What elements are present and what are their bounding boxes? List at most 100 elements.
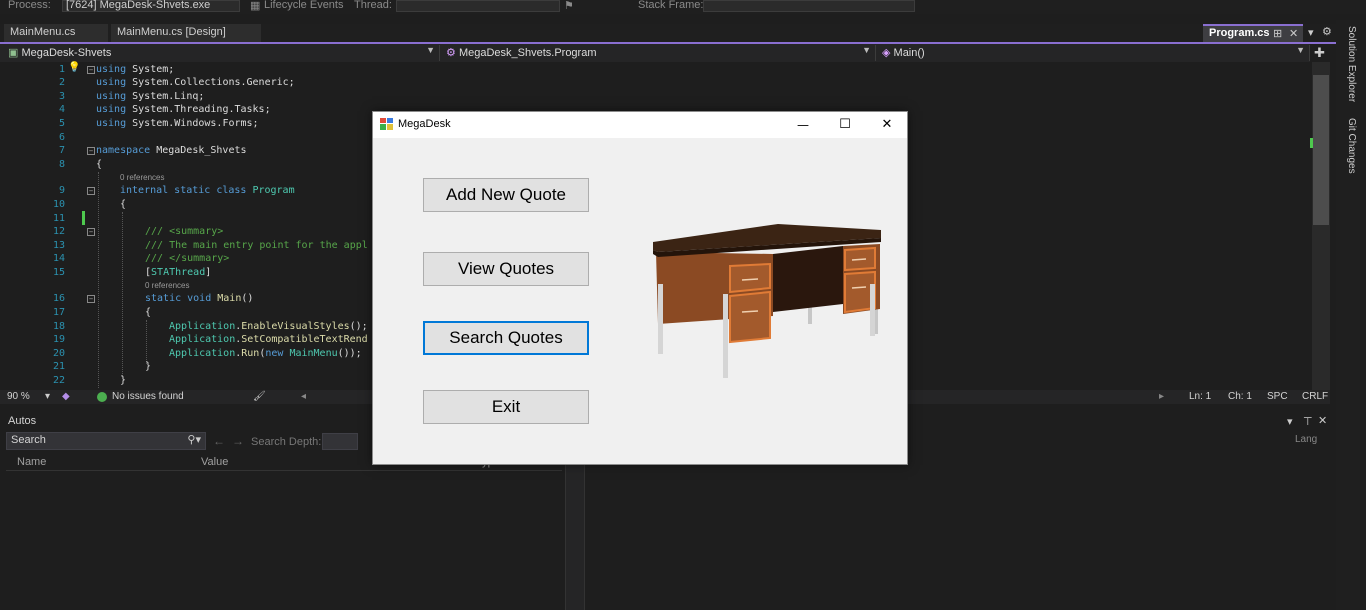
line-number: 10 bbox=[52, 199, 65, 210]
line-number: 9 bbox=[58, 185, 65, 196]
line-ending-indicator[interactable]: CRLF bbox=[1302, 391, 1328, 402]
exit-button[interactable]: Exit bbox=[423, 390, 589, 424]
minimize-icon[interactable]: — bbox=[783, 112, 823, 138]
codelens-references[interactable]: 0 references bbox=[145, 281, 189, 290]
debug-toolbar: Process: [7624] MegaDesk-Shvets.exe ▦ Li… bbox=[0, 0, 1366, 14]
tab-mainmenu-cs[interactable]: MainMenu.cs bbox=[4, 24, 108, 42]
settings-gear-icon[interactable]: ⚙ bbox=[1322, 25, 1332, 38]
brush-icon[interactable]: 🖌 bbox=[253, 391, 266, 402]
view-quotes-button[interactable]: View Quotes bbox=[423, 252, 589, 286]
code-line-15: [STAThread] bbox=[145, 267, 212, 278]
project-dropdown[interactable]: ▣ MegaDesk-Shvets ▼ bbox=[4, 45, 440, 61]
code-line-16: static void Main() bbox=[145, 293, 254, 304]
line-number: 1 bbox=[58, 64, 65, 75]
code-line-3: using System.Linq; bbox=[96, 91, 205, 102]
lightbulb-icon[interactable]: 💡 bbox=[68, 62, 80, 73]
search-icon[interactable]: ⚲▾ bbox=[187, 433, 201, 446]
line-number: 3 bbox=[58, 91, 65, 102]
process-dropdown[interactable]: [7624] MegaDesk-Shvets.exe bbox=[62, 0, 240, 12]
fold-toggle-icon[interactable]: − bbox=[87, 187, 95, 195]
type-dropdown-value: MegaDesk_Shvets.Program bbox=[458, 47, 597, 59]
line-number: 4 bbox=[58, 104, 65, 115]
code-line-1: using System; bbox=[96, 64, 175, 75]
tab-mainmenu-design[interactable]: MainMenu.cs [Design] bbox=[111, 24, 261, 42]
tab-overflow-icon[interactable]: ▾ bbox=[1308, 26, 1314, 39]
line-number: 5 bbox=[58, 118, 65, 129]
thread-label: Thread: bbox=[354, 0, 392, 11]
maximize-icon[interactable]: ☐ bbox=[825, 112, 865, 138]
document-tabs: MainMenu.cs MainMenu.cs [Design] Program… bbox=[0, 24, 1336, 42]
line-number: 13 bbox=[52, 240, 65, 251]
member-dropdown-value: Main() bbox=[893, 47, 925, 59]
code-line-22: } bbox=[120, 375, 127, 386]
tab-program-cs[interactable]: Program.cs ⊞ ✕ bbox=[1203, 24, 1303, 42]
code-line-17: { bbox=[145, 307, 152, 318]
fold-toggle-icon[interactable]: − bbox=[87, 295, 95, 303]
megadesk-window: MegaDesk — ☐ ✕ Add New Quote View Quotes… bbox=[372, 111, 908, 465]
pin-icon[interactable]: ⊞ bbox=[1273, 27, 1282, 40]
editor-scroll-thumb[interactable] bbox=[1313, 75, 1329, 225]
change-indicator bbox=[82, 211, 85, 225]
indent-guide bbox=[146, 320, 147, 364]
line-number: 22 bbox=[52, 375, 65, 386]
git-changes-tab[interactable]: Git Changes bbox=[1346, 118, 1357, 174]
line-number: 17 bbox=[52, 307, 65, 318]
code-line-13: /// The main entry point for the appl bbox=[145, 240, 368, 251]
window-title-bar[interactable]: MegaDesk — ☐ ✕ bbox=[373, 112, 907, 138]
code-line-4: using System.Threading.Tasks; bbox=[96, 104, 271, 115]
lifecycle-icon[interactable]: ▦ bbox=[250, 0, 260, 12]
flag-icon[interactable]: ⚑ bbox=[564, 0, 574, 12]
codelens-references[interactable]: 0 references bbox=[120, 173, 164, 182]
column-name[interactable]: Name bbox=[17, 456, 46, 468]
line-number: 19 bbox=[52, 334, 65, 345]
forward-arrow-icon[interactable]: → bbox=[232, 434, 244, 448]
panel-close-icon[interactable]: ✕ bbox=[1318, 414, 1327, 427]
line-number: 15 bbox=[52, 267, 65, 278]
search-quotes-button[interactable]: Search Quotes bbox=[423, 321, 589, 355]
fold-toggle-icon[interactable]: − bbox=[87, 147, 95, 155]
member-dropdown[interactable]: ◈ Main() ▼ bbox=[878, 45, 1310, 61]
chevron-down-icon: ▼ bbox=[862, 45, 871, 55]
zoom-dropdown-icon[interactable]: ▾ bbox=[45, 391, 50, 402]
column-value[interactable]: Value bbox=[201, 456, 228, 468]
csharp-project-icon: ▣ bbox=[8, 47, 19, 59]
chevron-down-icon: ▼ bbox=[426, 45, 435, 55]
fold-toggle-icon[interactable]: − bbox=[87, 66, 95, 74]
lifecycle-events-label[interactable]: Lifecycle Events bbox=[264, 0, 343, 11]
scroll-right-icon[interactable]: ▸ bbox=[1159, 391, 1164, 402]
check-circle-icon bbox=[97, 392, 107, 402]
split-editor-icon[interactable]: ✚ bbox=[1314, 45, 1325, 61]
code-line-18: Application.EnableVisualStyles(); bbox=[169, 321, 368, 332]
issues-status[interactable]: No issues found bbox=[112, 391, 184, 402]
close-tab-icon[interactable]: ✕ bbox=[1289, 27, 1298, 40]
line-number: 14 bbox=[52, 253, 65, 264]
copilot-icon[interactable]: ◆ bbox=[62, 391, 70, 402]
type-dropdown[interactable]: ⚙ MegaDesk_Shvets.Program ▼ bbox=[442, 45, 876, 61]
code-line-2: using System.Collections.Generic; bbox=[96, 77, 295, 88]
panel-pin-icon[interactable]: ⊤ bbox=[1303, 415, 1313, 428]
code-line-7: namespace MegaDesk_Shvets bbox=[96, 145, 247, 156]
whitespace-indicator[interactable]: SPC bbox=[1267, 391, 1288, 402]
line-indicator[interactable]: Ln: 1 bbox=[1189, 391, 1211, 402]
autos-search-placeholder: Search bbox=[11, 434, 46, 446]
back-arrow-icon[interactable]: ← bbox=[213, 434, 225, 448]
thread-dropdown[interactable] bbox=[396, 0, 560, 12]
close-icon[interactable]: ✕ bbox=[867, 112, 907, 138]
search-depth-dropdown[interactable] bbox=[322, 433, 358, 450]
panel-dropdown-icon[interactable]: ▾ bbox=[1287, 415, 1293, 428]
autos-search-input[interactable]: Search ⚲▾ bbox=[6, 432, 206, 450]
stack-frame-dropdown[interactable] bbox=[703, 0, 915, 12]
add-new-quote-button[interactable]: Add New Quote bbox=[423, 178, 589, 212]
scroll-left-icon[interactable]: ◂ bbox=[301, 391, 306, 402]
process-value: [7624] MegaDesk-Shvets.exe bbox=[66, 0, 211, 11]
solution-explorer-tab[interactable]: Solution Explorer bbox=[1346, 26, 1357, 102]
indent-guide bbox=[98, 172, 99, 388]
scroll-change-marker bbox=[1310, 138, 1313, 148]
line-number: 16 bbox=[52, 293, 65, 304]
window-title: MegaDesk bbox=[398, 118, 451, 130]
fold-toggle-icon[interactable]: − bbox=[87, 228, 95, 236]
zoom-level[interactable]: 90 % bbox=[7, 391, 30, 402]
code-line-8: { bbox=[96, 159, 103, 170]
column-indicator[interactable]: Ch: 1 bbox=[1228, 391, 1252, 402]
line-number: 18 bbox=[52, 321, 65, 332]
